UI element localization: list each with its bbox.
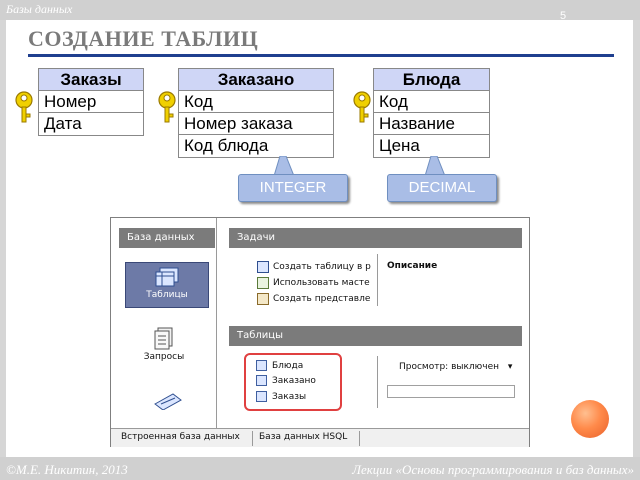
view-dropdown[interactable]: Просмотр: выключен ▾ — [399, 362, 512, 372]
task-label: Создать таблицу в р — [273, 262, 371, 272]
queries-icon — [154, 327, 173, 350]
entity-title: Блюда — [374, 69, 489, 91]
tasks-panel-title: Задачи — [229, 228, 522, 248]
create-view-icon — [257, 292, 269, 305]
entity-field: Дата — [44, 114, 82, 133]
callout-tail-integer — [273, 156, 295, 176]
entity-field: Код блюда — [184, 136, 269, 155]
entity-field: Код — [374, 91, 489, 113]
tables-divider — [377, 356, 378, 408]
callout-integer: INTEGER — [238, 174, 348, 202]
database-panel-title: База данных — [119, 228, 215, 248]
chevron-down-icon: ▾ — [507, 362, 513, 372]
left-item-queries-label: Запросы — [143, 352, 185, 362]
tab-separator — [252, 431, 253, 446]
entity-field: Номер — [39, 91, 143, 113]
entity-field: Название — [374, 113, 489, 135]
tab-separator — [359, 431, 360, 446]
create-table-icon — [257, 260, 269, 273]
left-item-tables[interactable]: Таблицы — [125, 262, 209, 308]
callout-decimal: DECIMAL — [387, 174, 497, 202]
entity-field: Номер заказа — [179, 113, 333, 135]
footer-tabs: Встроенная база данных База данных HSQL — [111, 428, 529, 447]
task-label: Создать представле — [273, 294, 371, 304]
tab-hsql-db[interactable]: База данных HSQL — [259, 432, 347, 442]
task-label: Использовать масте — [273, 278, 370, 288]
preview-box — [387, 385, 515, 398]
footer-course: Лекции «Основы программирования и баз да… — [352, 462, 634, 477]
description-label: Описание — [387, 261, 438, 271]
top-band — [0, 0, 640, 20]
entity-field: Цена — [379, 136, 420, 155]
tasks-divider — [377, 254, 378, 306]
section-label: Базы данных — [6, 2, 73, 16]
callout-tail-decimal — [424, 156, 446, 176]
wizard-icon — [257, 276, 269, 289]
entity-title: Заказано — [179, 69, 333, 91]
entity-title: Заказы — [39, 69, 143, 91]
key-icon-ordered — [158, 91, 176, 123]
title-rule — [28, 54, 614, 57]
key-icon-orders — [15, 91, 33, 123]
tables-highlight-ring — [244, 353, 342, 411]
left-item-queries[interactable]: Запросы — [111, 326, 217, 372]
entity-field: Код — [179, 91, 333, 113]
tables-panel-title: Таблицы — [229, 326, 522, 346]
entity-orders: Заказы Номер Дата — [38, 68, 144, 136]
tab-embedded-db[interactable]: Встроенная база данных — [121, 432, 240, 442]
task-create-view[interactable]: Создать представле — [257, 292, 370, 306]
base-app-window: База данных Таблицы Запросы Задачи Созда… — [110, 217, 530, 447]
view-dropdown-label: Просмотр: выключен — [399, 362, 499, 372]
slide-number: 5 — [560, 10, 567, 22]
footer-author: ©М.Е. Никитин, 2013 — [6, 462, 128, 477]
key-icon-dishes — [353, 91, 371, 123]
decorative-orb — [571, 400, 609, 438]
entity-dishes: Блюда Код Название Цена — [373, 68, 490, 158]
task-use-wizard[interactable]: Использовать масте — [257, 276, 370, 290]
tables-icon — [155, 267, 179, 287]
database-panel: База данных Таблицы Запросы — [111, 218, 217, 428]
forms-icon[interactable] — [153, 390, 183, 410]
slide-left-edge — [0, 20, 6, 457]
entity-ordered: Заказано Код Номер заказа Код блюда — [178, 68, 334, 158]
slide-title: СОЗДАНИЕ ТАБЛИЦ — [28, 26, 259, 51]
left-item-tables-label: Таблицы — [146, 290, 188, 300]
task-create-table[interactable]: Создать таблицу в р — [257, 260, 371, 274]
